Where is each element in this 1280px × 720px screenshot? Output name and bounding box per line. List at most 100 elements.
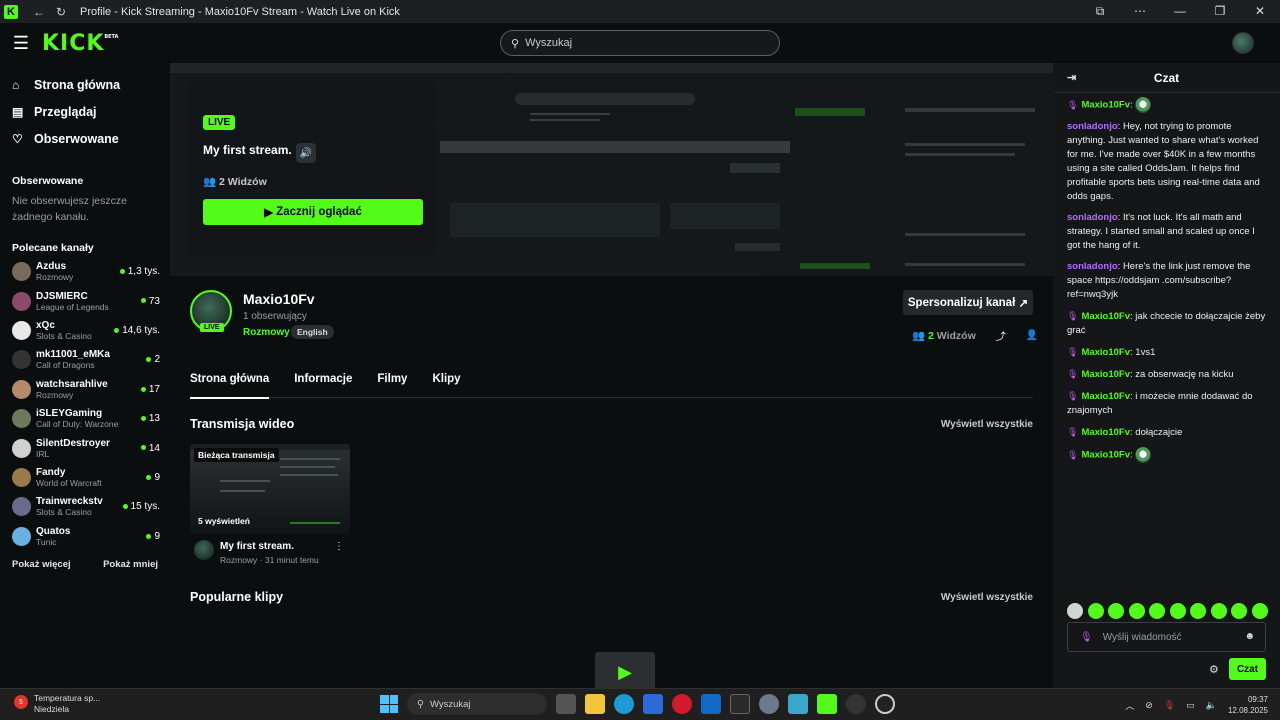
more-icon[interactable]: ⋯ [1120, 4, 1160, 19]
file-explorer-icon[interactable] [585, 694, 605, 714]
play-icon: ▶ [264, 207, 277, 219]
chat-settings-icon[interactable]: ⚙ [1209, 663, 1219, 676]
chat-send-button[interactable]: Czat [1229, 658, 1266, 680]
store-icon[interactable] [643, 694, 663, 714]
video-thumbnail[interactable]: Bieżąca transmisja 5 wyświetleń [190, 444, 350, 534]
search-icon: ⚲ [417, 698, 424, 710]
task-view-icon[interactable] [556, 694, 576, 714]
channel-category[interactable]: Rozmowy [243, 327, 290, 338]
viewers-icon: 👥 [912, 330, 926, 342]
user-avatar[interactable] [1232, 32, 1254, 54]
video-player[interactable]: LIVE My first stream. 🔊 👥 2 Widzów ▶ Zac… [170, 63, 1053, 276]
outlook-icon[interactable] [701, 694, 721, 714]
chat-username[interactable]: Maxio10Fv [1081, 427, 1130, 438]
video-options-icon[interactable]: ⋮ [334, 541, 344, 552]
reload-icon[interactable]: ↻ [50, 5, 72, 19]
video-channel-avatar[interactable] [194, 540, 214, 560]
start-watching-button[interactable]: ▶ Zacznij oglądać [203, 199, 423, 225]
steam-icon[interactable] [875, 694, 895, 714]
emote-icon[interactable] [1067, 603, 1083, 619]
microphone-icon[interactable]: 🎙 [1164, 700, 1175, 711]
emote-icon[interactable] [1128, 603, 1145, 619]
sidebar-item-following[interactable]: ♡ Obserwowane [0, 125, 170, 152]
tab-videos[interactable]: Filmy [377, 373, 407, 398]
clips-see-all-link[interactable]: Wyświetl wszystkie [941, 592, 1033, 603]
channel-item[interactable]: Trainwreckstv Slots & Casino 15 tys. [0, 492, 170, 521]
chat-message-input[interactable]: 🎙 Wyślij wiadomość ☻ [1067, 622, 1266, 652]
emote-icon[interactable] [1210, 603, 1227, 619]
channel-item[interactable]: watchsarahlive Rozmowy 17 [0, 375, 170, 404]
fiverr-icon[interactable] [788, 694, 808, 714]
emote-icon[interactable] [1231, 603, 1247, 619]
unmute-button[interactable]: 🔊 [296, 143, 316, 163]
network-off-icon[interactable]: ⊘ [1145, 700, 1153, 711]
show-more-link[interactable]: Pokaż więcej [12, 559, 71, 570]
obs-icon[interactable] [846, 694, 866, 714]
channel-viewers: 17 [140, 384, 160, 395]
sidebar-item-home[interactable]: ⌂ Strona główna [0, 71, 170, 98]
share-icon[interactable]: ⤴ [996, 328, 1006, 343]
channel-item[interactable]: SilentDestroyer IRL 14 [0, 433, 170, 462]
channel-item[interactable]: mk11001_eMKa Call of Dragons 2 [0, 345, 170, 374]
kick-app-icon: K [4, 4, 18, 19]
opera-icon[interactable] [672, 694, 692, 714]
maximize-icon[interactable]: ❐ [1200, 4, 1240, 19]
chat-username[interactable]: sonladonjo [1067, 212, 1118, 223]
emote-icon[interactable] [1108, 603, 1124, 619]
customize-channel-button[interactable]: Spersonalizuj kanał ↗ [903, 290, 1033, 315]
tray-expand-icon[interactable]: ︿ [1125, 699, 1134, 712]
windows-start-icon[interactable] [380, 695, 398, 713]
weather-widget[interactable]: 5 Temperatura sp... Niedziela [14, 693, 100, 715]
channel-item[interactable]: Quatos Tunic 9 [0, 522, 170, 551]
language-tag[interactable]: English [291, 325, 334, 339]
video-title[interactable]: My first stream. [220, 541, 294, 552]
videos-see-all-link[interactable]: Wyświetl wszystkie [941, 419, 1033, 430]
kick-app-icon[interactable] [817, 694, 837, 714]
chat-username[interactable]: Maxio10Fv [1081, 369, 1130, 380]
emote-icon[interactable] [1149, 603, 1165, 619]
emote-icon[interactable] [1190, 603, 1206, 619]
chat-username[interactable]: sonladonjo [1067, 121, 1118, 132]
emote-icon[interactable] [1087, 603, 1104, 619]
emote-icon[interactable] [1251, 603, 1268, 619]
chat-username[interactable]: Maxio10Fv [1081, 100, 1130, 111]
settings-icon[interactable] [759, 694, 779, 714]
tab-clips[interactable]: Klipy [432, 373, 460, 398]
search-input[interactable]: ⚲ Wyszukaj [500, 30, 780, 56]
channel-item[interactable]: iSLEYGaming Call of Duty: Warzone 13 [0, 404, 170, 433]
follow-icon[interactable]: 👤 [1026, 330, 1038, 341]
clock[interactable]: 09:37 12.08.2025 [1228, 694, 1268, 716]
display-icon[interactable]: ▭ [1186, 700, 1195, 711]
chat-username[interactable]: Maxio10Fv [1081, 450, 1130, 461]
emote-icon[interactable] [1169, 603, 1186, 619]
collapse-chat-icon[interactable]: ⇥ [1067, 71, 1076, 84]
channel-item[interactable]: Azdus Rozmowy 1,3 tys. [0, 257, 170, 286]
emoji-icon[interactable]: ☻ [1244, 631, 1255, 642]
channel-item[interactable]: xQc Slots & Casino 14,6 tys. [0, 316, 170, 345]
channel-avatar [12, 262, 31, 282]
chat-username[interactable]: Maxio10Fv [1081, 311, 1130, 322]
sidebar-item-browse[interactable]: ▤ Przeglądaj [0, 98, 170, 125]
current-stream-badge: Bieżąca transmisja [194, 448, 279, 462]
channel-viewers: 9 [146, 472, 160, 483]
viewers-icon: 👥 [203, 176, 217, 188]
taskbar-search[interactable]: ⚲ Wyszukaj [407, 693, 547, 715]
split-view-icon[interactable]: ⧉ [1080, 4, 1120, 19]
kick-logo[interactable]: KICK BETA [42, 31, 118, 56]
chat-username[interactable]: sonladonjo [1067, 261, 1118, 272]
edge-icon[interactable] [614, 694, 634, 714]
menu-icon[interactable]: ☰ [0, 33, 42, 54]
volume-icon[interactable]: 🔈 [1206, 700, 1217, 711]
channel-item[interactable]: DJSMIERC League of Legends 73 [0, 286, 170, 315]
channel-item[interactable]: Fandy World of Warcraft 9 [0, 463, 170, 492]
chat-username[interactable]: Maxio10Fv [1081, 391, 1130, 402]
tab-home[interactable]: Strona główna [190, 373, 270, 399]
live-dot-icon [146, 533, 152, 539]
chat-username[interactable]: Maxio10Fv [1081, 347, 1130, 358]
epic-games-icon[interactable] [730, 694, 750, 714]
show-less-link[interactable]: Pokaż mniej [103, 559, 158, 570]
back-icon[interactable]: ← [28, 5, 50, 19]
tab-about[interactable]: Informacje [294, 373, 352, 398]
minimize-icon[interactable]: — [1160, 4, 1200, 19]
close-icon[interactable]: ✕ [1240, 4, 1280, 19]
